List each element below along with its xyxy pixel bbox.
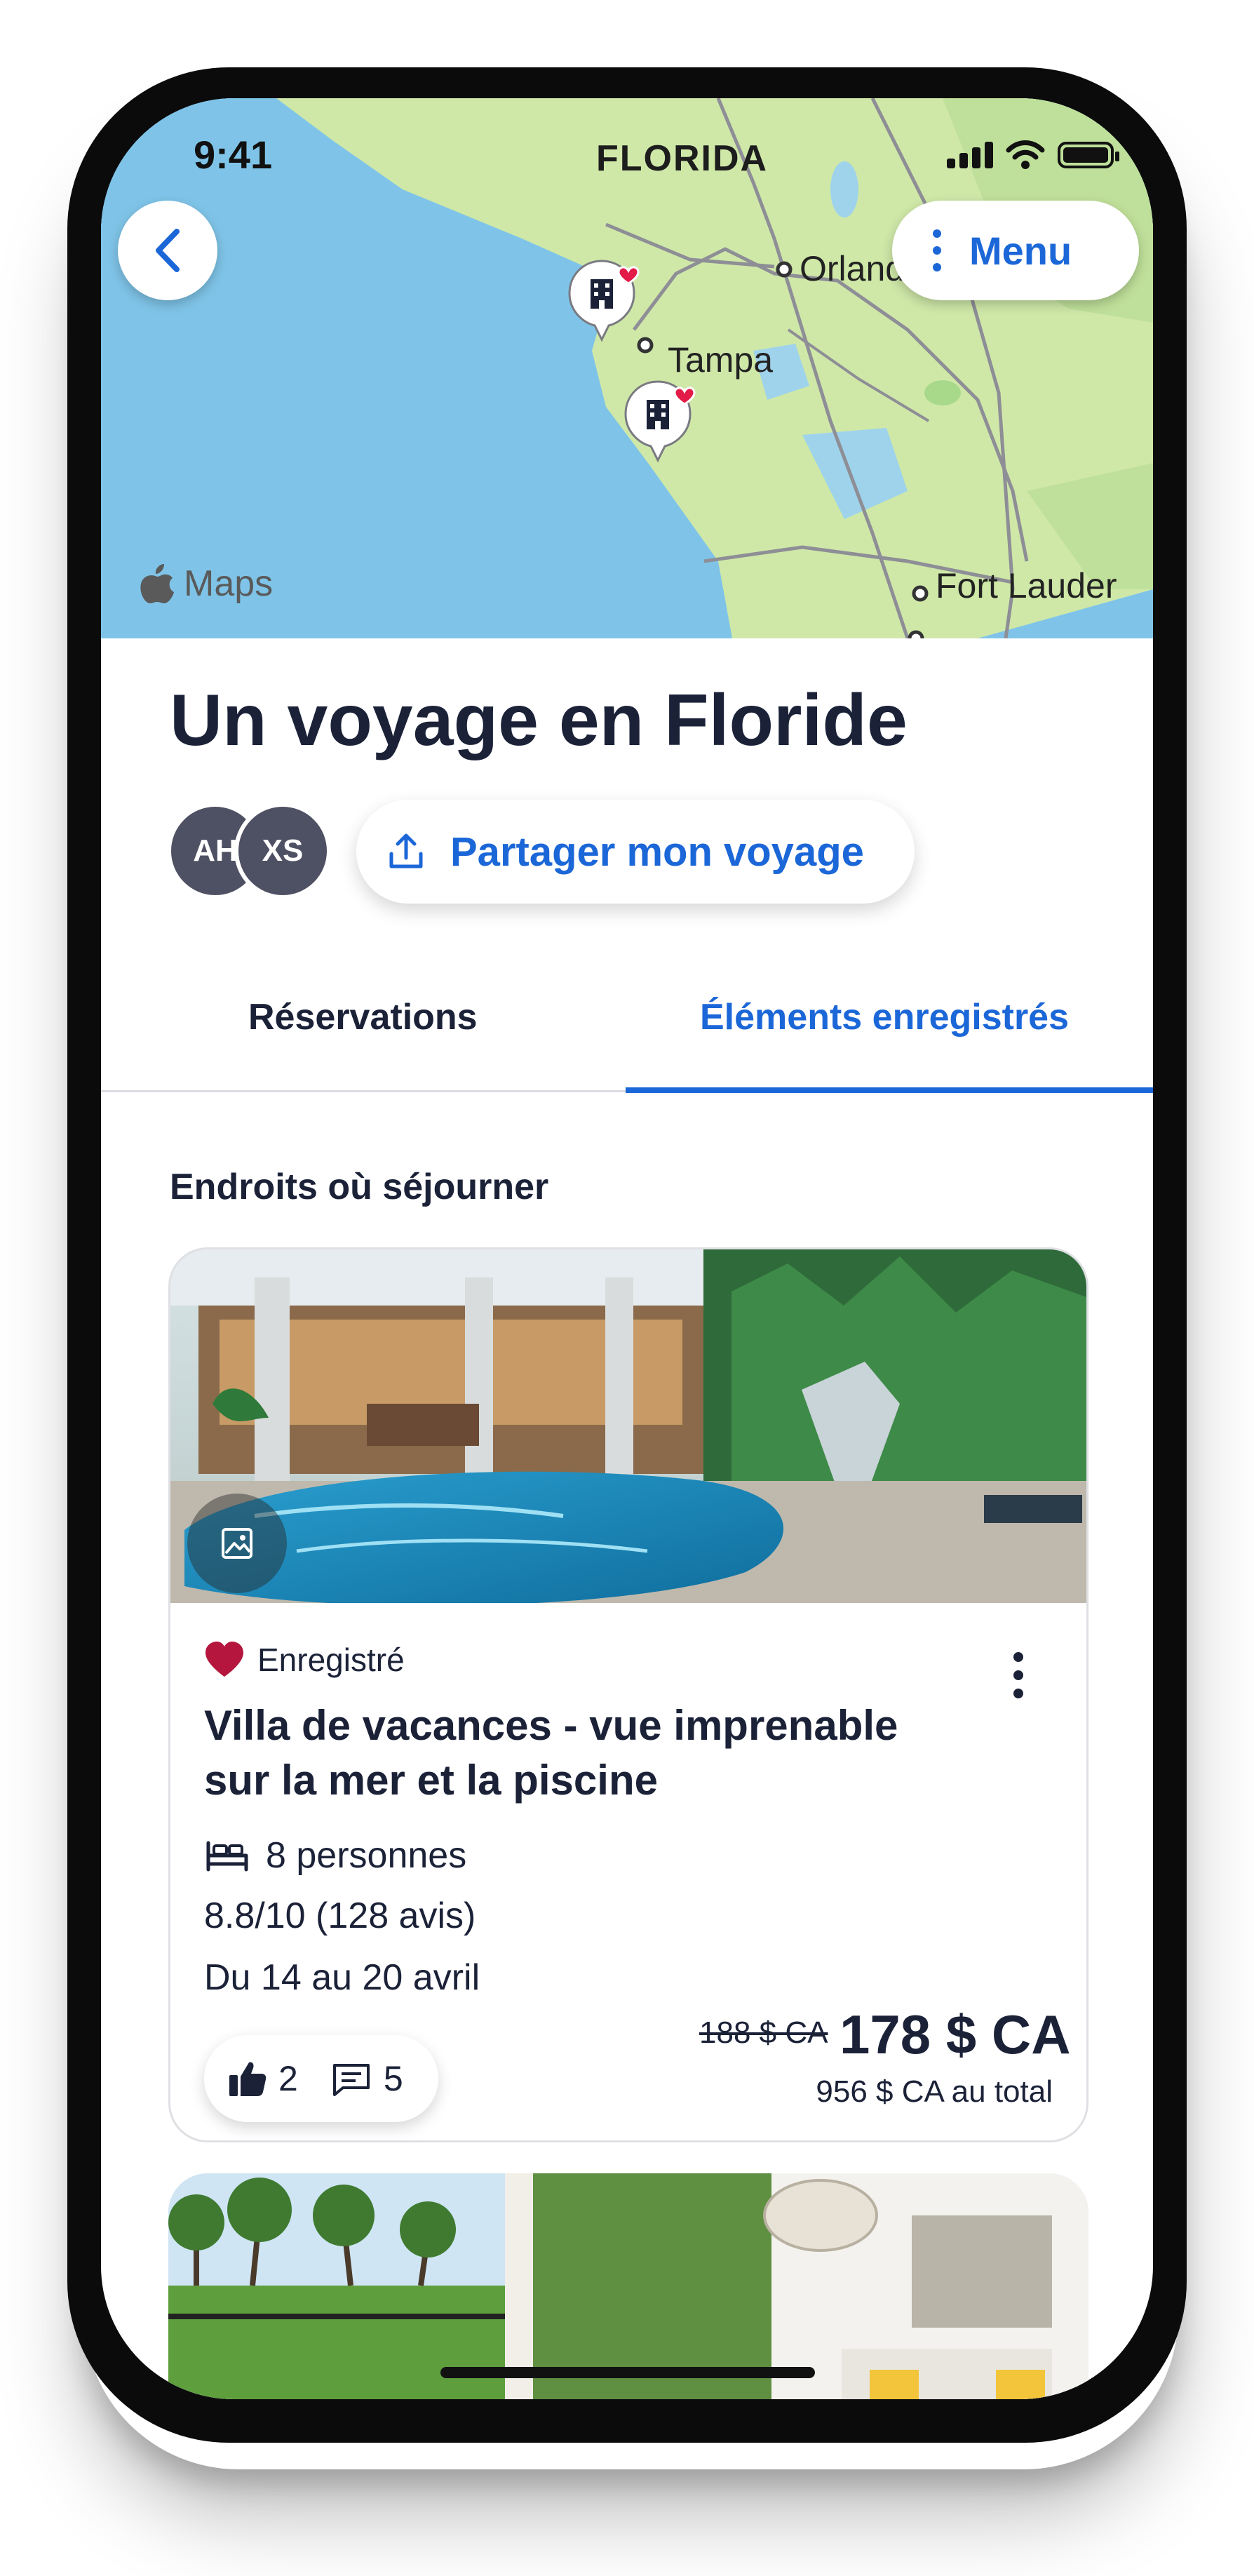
- menu-button[interactable]: Menu: [892, 201, 1139, 300]
- status-icons: [947, 140, 1119, 170]
- apple-logo-icon: [140, 564, 174, 603]
- battery-icon: [1058, 142, 1119, 168]
- map-city-tampa: Tampa: [668, 340, 774, 380]
- listing-title[interactable]: Villa de vacances - vue imprenable sur l…: [204, 1698, 933, 1808]
- page-title: Un voyage en Floride: [170, 680, 908, 761]
- hotel-pin-icon: [624, 380, 696, 463]
- original-price: 188 $ CA: [699, 2015, 828, 2050]
- tab-reservations[interactable]: Réservations: [248, 996, 478, 1038]
- comments-count: 5: [383, 2059, 403, 2098]
- votes-comments-pill[interactable]: 2 5: [204, 2035, 438, 2122]
- saved-indicator[interactable]: Enregistré: [204, 1641, 405, 1679]
- maps-attribution[interactable]: Maps: [137, 561, 273, 606]
- menu-label: Menu: [969, 228, 1072, 273]
- review-count: (128 avis): [316, 1896, 476, 1936]
- home-indicator[interactable]: [440, 2367, 815, 2378]
- rating-score: 8.8/10: [204, 1896, 306, 1936]
- rating-info: 8.8/10 (128 avis): [204, 1895, 476, 1937]
- bed-icon: [206, 1841, 248, 1872]
- hotel-map-pin[interactable]: [567, 258, 644, 349]
- share-trip-label: Partager mon voyage: [450, 829, 864, 875]
- listing-photo[interactable]: [170, 1249, 1088, 1603]
- status-time: 9:41: [194, 133, 273, 177]
- hotel-map-pin[interactable]: [623, 379, 700, 470]
- maps-attribution-label: Maps: [184, 563, 274, 604]
- trip-map[interactable]: FLORIDA Orlando Tampa Fort Lauder Maps 9…: [101, 98, 1153, 638]
- listing-card[interactable]: Enregistré Villa de vacances - vue impre…: [168, 1247, 1088, 2142]
- stay-dates: Du 14 au 20 avril: [204, 1957, 480, 1998]
- more-vertical-icon: [933, 229, 941, 271]
- current-price: 178 $ CA: [840, 2004, 1071, 2065]
- likes-count: 2: [278, 2059, 298, 2098]
- guests-info: 8 personnes: [204, 1834, 466, 1877]
- section-title: Endroits où séjourner: [170, 1167, 549, 1207]
- map-state-label: FLORIDA: [596, 138, 769, 179]
- listing-photo[interactable]: [168, 2173, 1088, 2399]
- wifi-icon: [1006, 140, 1045, 169]
- photo-gallery-button[interactable]: [187, 1494, 287, 1593]
- heart-filled-icon: [205, 1642, 243, 1677]
- card-more-options-button[interactable]: [1013, 1652, 1023, 1698]
- share-icon: [389, 833, 423, 868]
- share-trip-button[interactable]: Partager mon voyage: [356, 800, 915, 904]
- cellular-signal-icon: [947, 142, 993, 168]
- saved-label: Enregistré: [257, 1642, 405, 1678]
- tab-saved-items[interactable]: Éléments enregistrés: [700, 996, 1069, 1038]
- thumbs-up-icon: [229, 2062, 267, 2096]
- gallery-icon: [222, 1528, 252, 1559]
- map-city-fort-lauderdale: Fort Lauder: [936, 566, 1117, 605]
- total-price: 956 $ CA au total: [816, 2074, 1053, 2109]
- listing-card[interactable]: [168, 2173, 1088, 2399]
- active-tab-indicator: [626, 1087, 1153, 1093]
- comment-icon: [332, 2064, 370, 2096]
- back-button[interactable]: [118, 201, 217, 300]
- guests-label: 8 personnes: [266, 1835, 467, 1876]
- hotel-pin-icon: [568, 260, 640, 342]
- avatar[interactable]: XS: [234, 803, 331, 899]
- chevron-left-icon: [156, 229, 180, 272]
- app-screen: FLORIDA Orlando Tampa Fort Lauder Maps 9…: [101, 98, 1153, 2399]
